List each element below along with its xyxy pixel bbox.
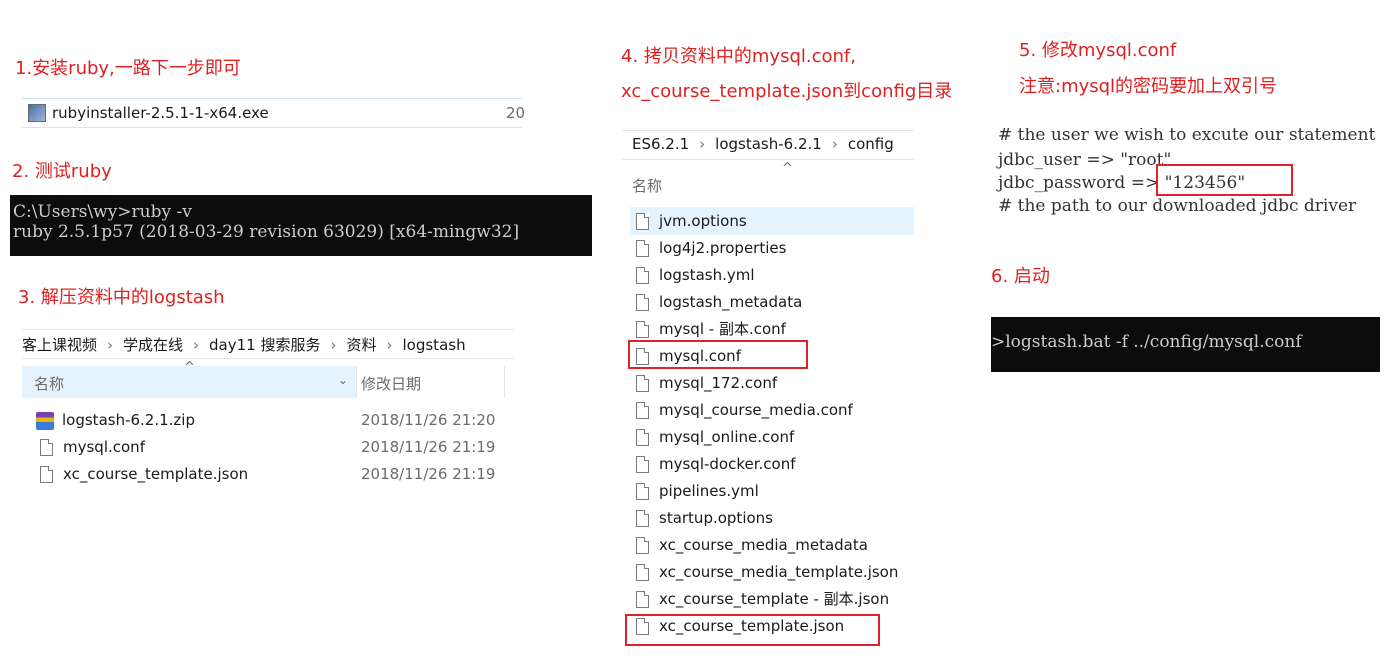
breadcrumb-item[interactable]: day11 搜索服务 [209, 336, 320, 354]
breadcrumb-item[interactable]: logstash [403, 336, 466, 354]
file-icon [636, 429, 649, 446]
ruby-console-output: ruby 2.5.1p57 (2018-03-29 revision 63029… [13, 222, 520, 242]
file-date: 2018/11/26 21:19 [361, 438, 496, 456]
step-4-label: 4. 拷贝资料中的mysql.conf, [621, 46, 856, 67]
config-column-header-name[interactable]: 名称 ^ [622, 161, 914, 201]
file-date: 2018/11/26 21:20 [361, 411, 496, 429]
file-icon [636, 456, 649, 473]
highlight-xc-course-template [625, 614, 880, 646]
list-item[interactable]: mysql-docker.conf [636, 452, 796, 476]
highlight-mysql-conf [628, 340, 808, 369]
file-icon [40, 439, 53, 456]
list-item[interactable]: logstash_metadata [636, 290, 802, 314]
list-item[interactable]: xc_course_template - 副本.json [636, 587, 889, 611]
snippet-comment-line: # the user we wish to excute our stateme… [998, 128, 1376, 145]
zip-icon [36, 411, 54, 430]
file-icon [636, 537, 649, 554]
chevron-right-icon: › [831, 135, 838, 153]
config-breadcrumb[interactable]: ES6.2.1 › logstash-6.2.1 › config [622, 130, 914, 160]
file-icon [40, 466, 53, 483]
file-icon [636, 267, 649, 284]
snippet-jdbc-password-key: jdbc_password => [998, 173, 1165, 193]
list-item[interactable]: logstash-6.2.1.zip [36, 408, 195, 432]
step-2-label: 2. 测试ruby [12, 161, 112, 182]
installer-icon [28, 104, 46, 122]
logstash-breadcrumb[interactable]: 客上课视频 › 学成在线 › day11 搜索服务 › 资料 › logstash [22, 329, 514, 359]
chevron-down-icon[interactable]: ⌄ [338, 373, 348, 387]
list-item[interactable]: mysql.conf [40, 435, 145, 459]
chevron-right-icon: › [699, 135, 706, 153]
snippet-driver-comment: # the path to our downloaded jdbc driver [998, 196, 1357, 216]
list-item[interactable]: pipelines.yml [636, 479, 759, 503]
file-icon [636, 375, 649, 392]
list-item[interactable]: jvm.options [636, 209, 747, 233]
file-icon [636, 294, 649, 311]
breadcrumb-item[interactable]: 资料 [346, 336, 376, 354]
list-item[interactable]: xc_course_template.json [40, 462, 248, 486]
file-icon [636, 321, 649, 338]
config-file-list: jvm.options log4j2.properties logstash.y… [636, 209, 916, 649]
step-5-label: 5. 修改mysql.conf [1019, 40, 1177, 61]
list-item[interactable]: startup.options [636, 506, 773, 530]
breadcrumb-item[interactable]: ES6.2.1 [632, 135, 689, 153]
breadcrumb-item[interactable]: 客上课视频 [22, 336, 97, 354]
list-item[interactable]: xc_course_media_template.json [636, 560, 898, 584]
sort-up-icon: ^ [184, 360, 195, 375]
installer-file-date: 20 [506, 104, 526, 122]
sort-up-icon: ^ [782, 161, 793, 176]
file-icon [636, 510, 649, 527]
step-6-label: 6. 启动 [991, 266, 1050, 287]
file-icon [636, 402, 649, 419]
file-icon [636, 564, 649, 581]
list-item[interactable]: mysql_online.conf [636, 425, 794, 449]
chevron-right-icon: › [386, 336, 393, 354]
start-console: >logstash.bat -f ../config/mysql.conf [991, 317, 1380, 372]
ruby-console-command: C:\Users\wy>ruby -v [13, 202, 192, 222]
chevron-right-icon: › [107, 336, 114, 354]
snippet-jdbc-user: jdbc_user => "root" [998, 150, 1172, 170]
highlight-password [1156, 164, 1293, 196]
breadcrumb-item[interactable]: config [848, 135, 894, 153]
start-command: >logstash.bat -f ../config/mysql.conf [991, 332, 1302, 352]
file-date: 2018/11/26 21:19 [361, 465, 496, 483]
logstash-file-list: logstash-6.2.1.zip 2018/11/26 21:20 mysq… [36, 408, 516, 488]
file-icon [636, 591, 649, 608]
step-3-label: 3. 解压资料中的logstash [18, 287, 225, 308]
column-header-name[interactable]: 名称 ^ ⌄ [22, 360, 357, 398]
installer-file-name: rubyinstaller-2.5.1-1-x64.exe [52, 104, 269, 122]
column-header-modified[interactable]: 修改日期 [358, 366, 505, 398]
file-icon [636, 213, 649, 230]
list-item[interactable]: mysql_course_media.conf [636, 398, 853, 422]
installer-file-row[interactable]: rubyinstaller-2.5.1-1-x64.exe 20 [22, 98, 526, 128]
list-item[interactable]: mysql - 副本.conf [636, 317, 786, 341]
step-1-label: 1.安装ruby,一路下一步即可 [15, 58, 241, 79]
file-icon [636, 483, 649, 500]
chevron-right-icon: › [330, 336, 337, 354]
breadcrumb-item[interactable]: logstash-6.2.1 [715, 135, 822, 153]
file-icon [636, 240, 649, 257]
list-item[interactable]: xc_course_media_metadata [636, 533, 868, 557]
breadcrumb-item[interactable]: 学成在线 [123, 336, 183, 354]
step-4-label-line2: xc_course_template.json到config目录 [621, 81, 953, 102]
step-5-note: 注意:mysql的密码要加上双引号 [1019, 76, 1278, 97]
ruby-console: C:\Users\wy>ruby -v ruby 2.5.1p57 (2018-… [10, 195, 592, 256]
list-item[interactable]: logstash.yml [636, 263, 755, 287]
list-item[interactable]: mysql_172.conf [636, 371, 777, 395]
list-item[interactable]: log4j2.properties [636, 236, 786, 260]
chevron-right-icon: › [193, 336, 200, 354]
